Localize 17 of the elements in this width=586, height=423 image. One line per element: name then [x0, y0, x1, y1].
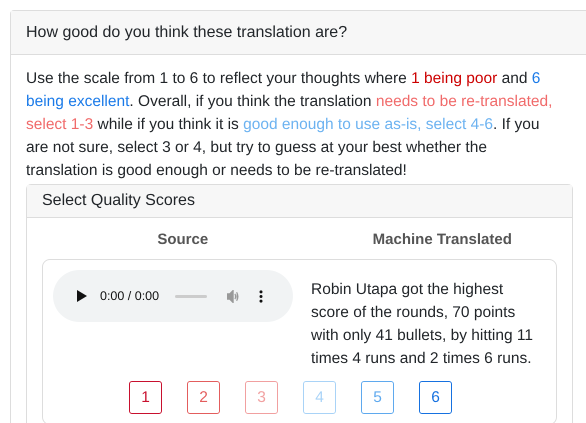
score-button[interactable]: 1: [129, 381, 162, 414]
column-heading: Machine Translated: [372, 231, 513, 248]
score-button[interactable]: 6: [419, 381, 452, 414]
score-button[interactable]: 5: [361, 381, 394, 414]
audio-player[interactable]: 0:00 / 0:00: [53, 270, 293, 322]
play-icon[interactable]: [77, 290, 87, 302]
volume-icon[interactable]: [227, 290, 242, 302]
scores-card-title: Select Quality Scores: [27, 185, 572, 218]
question-title: How good do you think these translation are?: [11, 11, 586, 55]
score-button[interactable]: 2: [187, 381, 220, 414]
column-heading: Source: [156, 231, 210, 248]
progress-track[interactable]: [175, 294, 208, 298]
translation-text: Robin Utapa got the highest score of the rounds, 70 points with only 41 bullets, by hitting 11 times 4 runs and 2 times 6 runs.: [311, 280, 534, 369]
more-options-icon[interactable]: [259, 290, 264, 302]
score-button[interactable]: 3: [245, 381, 278, 414]
audio-time: 0:00 / 0:00: [100, 289, 160, 303]
instructions-text: Use the scale from 1 to 6 to reflect your thoughts where 1 being poor and 6 being excellent. Overall, if you think the translation needs to be re-translated, select 1-3 while if you think it is good enough to use as-is, select 4-6. If you are not sure, select 3 or 4, but try to guess at your best whether the translation is good enough or needs to be re-translated!: [26, 69, 554, 181]
